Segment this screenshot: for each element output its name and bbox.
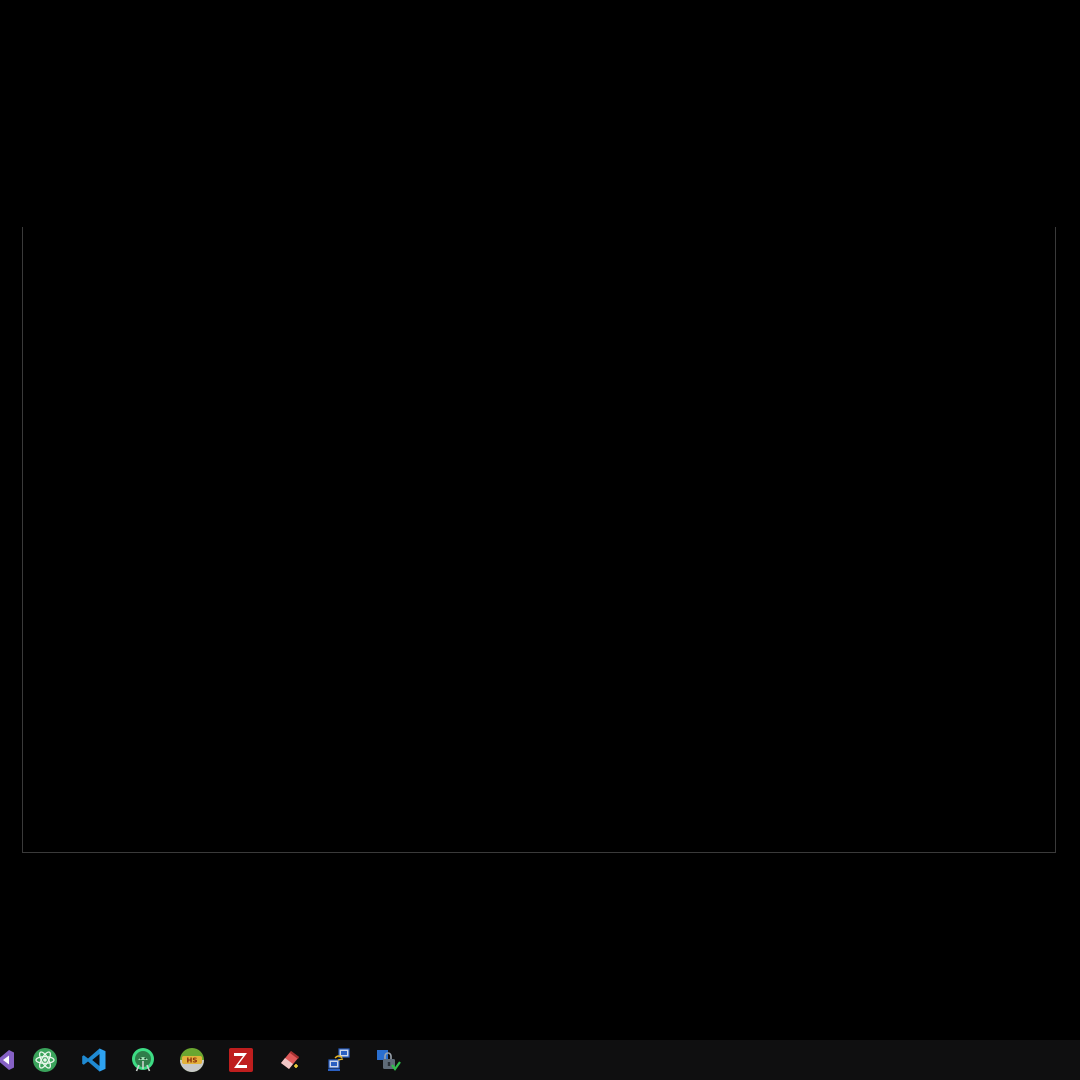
network-computers-icon — [326, 1047, 352, 1073]
android-studio-icon — [130, 1047, 156, 1073]
taskbar-app-heidisql[interactable]: HS — [170, 1044, 214, 1076]
taskbar-app-filezilla[interactable] — [219, 1044, 263, 1076]
visual-studio-icon — [0, 1048, 16, 1072]
taskbar-app-android-studio[interactable] — [121, 1044, 165, 1076]
desktop-background — [0, 0, 1080, 1040]
taskbar-app-eraser[interactable] — [268, 1044, 312, 1076]
heidisql-icon-text: HS — [187, 1057, 198, 1065]
taskbar-app-network[interactable] — [317, 1044, 361, 1076]
taskbar-app-vscode[interactable] — [72, 1044, 116, 1076]
security-lock-icon — [375, 1047, 401, 1073]
vscode-icon — [81, 1047, 107, 1073]
heidisql-icon: HS — [179, 1047, 205, 1073]
eraser-tool-icon — [277, 1047, 303, 1073]
app-window[interactable] — [22, 227, 1056, 853]
taskbar-app-security[interactable] — [366, 1044, 410, 1076]
atom-editor-icon — [32, 1047, 58, 1073]
taskbar: HS — [0, 1040, 1080, 1080]
taskbar-app-atom[interactable] — [23, 1044, 67, 1076]
filezilla-icon — [228, 1047, 254, 1073]
